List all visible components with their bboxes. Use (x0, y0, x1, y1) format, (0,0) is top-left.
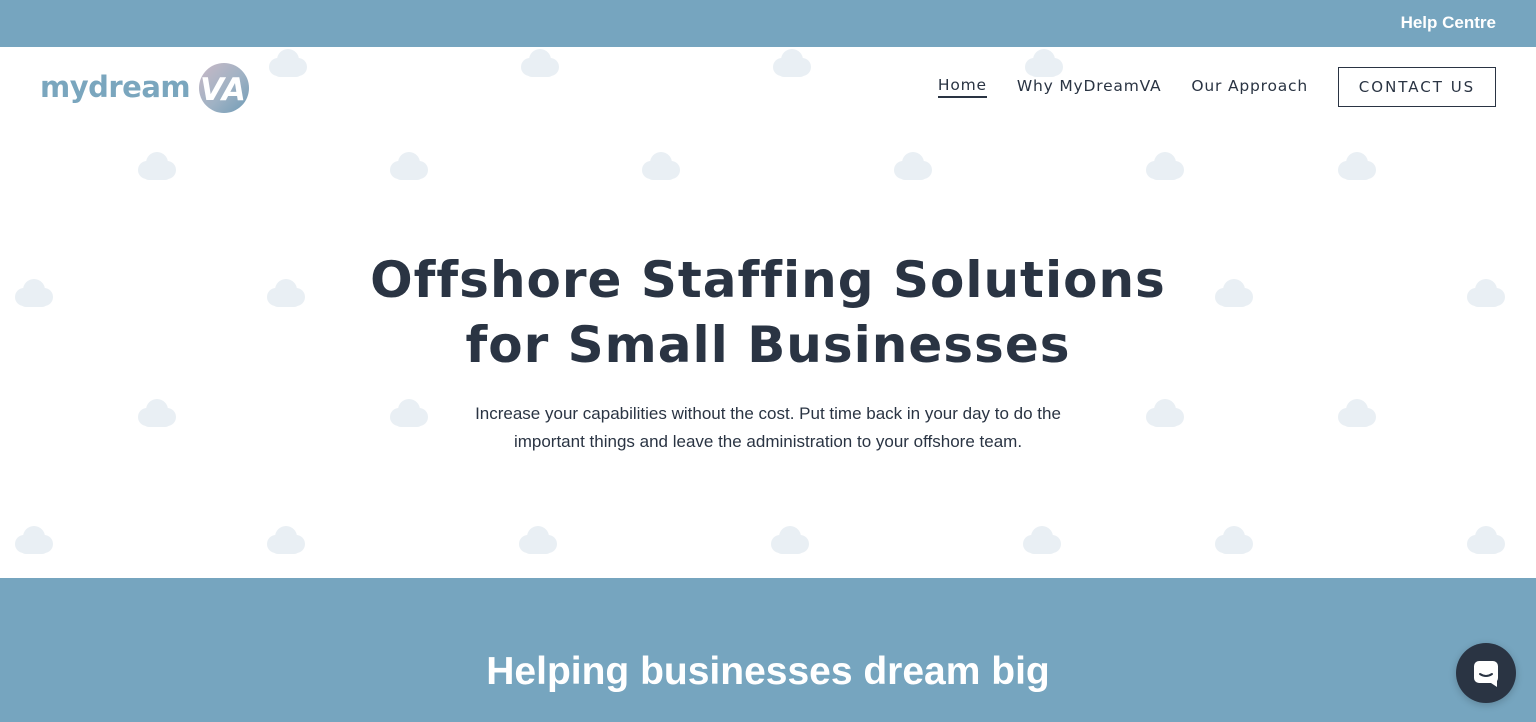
cloud-icon (15, 526, 53, 554)
main-nav: Home Why MyDreamVA Our Approach CONTACT … (908, 67, 1496, 107)
cloud-icon (1146, 399, 1184, 427)
chat-launcher-button[interactable] (1456, 643, 1516, 703)
help-centre-link[interactable]: Help Centre (1401, 13, 1496, 33)
cloud-icon (1023, 526, 1061, 554)
cloud-icon (138, 152, 176, 180)
logo-wordmark: mydream (40, 70, 191, 104)
logo[interactable]: mydream VA (40, 62, 252, 114)
cloud-icon (390, 152, 428, 180)
logo-badge-text: VA (200, 72, 246, 108)
cloud-icon (894, 152, 932, 180)
cloud-icon (771, 526, 809, 554)
top-bar: Help Centre (0, 0, 1536, 47)
cloud-icon (1146, 152, 1184, 180)
cloud-icon (519, 526, 557, 554)
nav-our-approach[interactable]: Our Approach (1191, 77, 1308, 97)
hero-headline: Offshore Staffing Solutions for Small Bu… (0, 248, 1536, 378)
hero-subtext: Increase your capabilities without the c… (475, 404, 1061, 451)
hero-headline-line2: for Small Businesses (465, 316, 1071, 374)
nav-why-mydreamva[interactable]: Why MyDreamVA (1017, 77, 1162, 97)
cloud-icon (1338, 152, 1376, 180)
contact-us-button[interactable]: CONTACT US (1338, 67, 1496, 107)
cloud-icon (1338, 399, 1376, 427)
cloud-icon (1467, 526, 1505, 554)
cloud-icon (773, 49, 811, 77)
hero-headline-line1: Offshore Staffing Solutions (370, 251, 1166, 309)
cloud-icon (269, 49, 307, 77)
cloud-icon (1215, 526, 1253, 554)
cloud-icon (642, 152, 680, 180)
cloud-icon (267, 526, 305, 554)
nav-home[interactable]: Home (937, 76, 987, 98)
cloud-icon (521, 49, 559, 77)
band-heading: Helping businesses dream big (486, 650, 1050, 693)
logo-badge-icon: VA (199, 63, 249, 113)
cloud-icon (390, 399, 428, 427)
chat-icon (1474, 661, 1498, 687)
cloud-icon (138, 399, 176, 427)
